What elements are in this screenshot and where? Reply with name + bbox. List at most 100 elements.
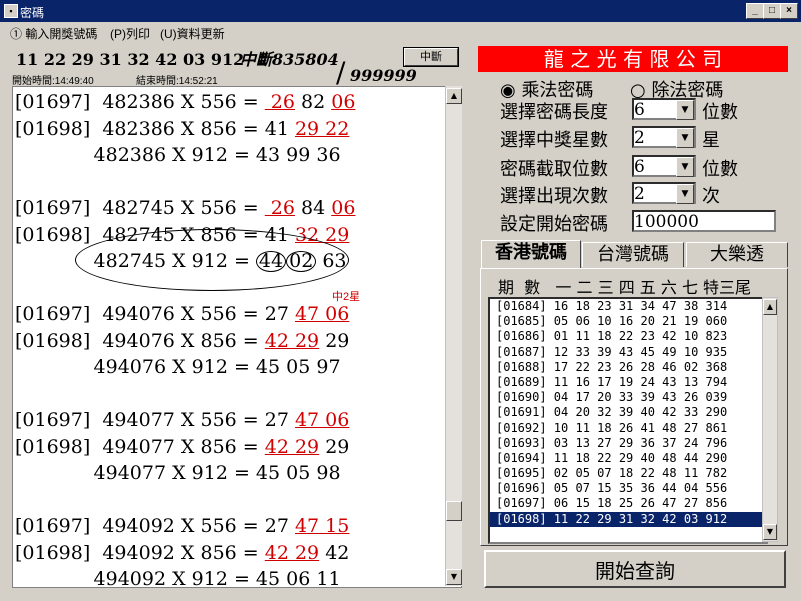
list-item[interactable]: [01694] 11 18 22 29 40 48 44 290 <box>490 451 766 466</box>
calc-line: [01697] 494076 X 556 = 27 47 06 <box>15 303 349 325</box>
list-item[interactable]: [01687] 12 33 39 43 45 49 10 935 <box>490 345 766 360</box>
menu-input-numbers[interactable]: ① 輸入開獎號碼 <box>10 25 97 42</box>
occurrence-select[interactable]: 2 ▼ <box>632 182 696 204</box>
code-list-scrollbar[interactable]: ▲ ▼ <box>762 297 778 542</box>
calc-expression: [01698] 494092 X 856 = <box>15 541 265 564</box>
password-length-value: 6 <box>634 100 645 120</box>
list-item[interactable]: [01689] 11 16 17 19 24 43 13 794 <box>490 375 766 390</box>
list-item[interactable]: [01690] 04 17 20 33 39 43 26 039 <box>490 390 766 405</box>
matched-digit: 47 15 <box>294 515 350 537</box>
chevron-down-icon[interactable]: ▼ <box>676 157 694 177</box>
progress-slash: / <box>336 56 346 89</box>
start-time: 開始時間:14:49:40 <box>12 76 94 87</box>
row2-label: 選擇中獎星數 <box>500 130 608 151</box>
tab-lotto[interactable]: 大樂透 <box>686 242 788 267</box>
calc-expression: 494077 X 912 = <box>15 462 256 484</box>
result-digit: 41 <box>264 117 295 140</box>
calc-expression: [01697] 482386 X 556 = <box>15 91 265 113</box>
password-length-select[interactable]: 6 ▼ <box>632 98 696 120</box>
star-count-value: 2 <box>634 128 645 148</box>
result-digit: 27 <box>264 515 295 537</box>
tab-hongkong[interactable]: 香港號碼 <box>481 240 581 269</box>
calc-line: 494077 X 912 = 45 05 98 <box>15 462 341 484</box>
chevron-down-icon[interactable]: ▼ <box>676 184 694 204</box>
result-digit: 84 <box>294 197 332 219</box>
row4-label: 選擇出現次數 <box>500 186 608 207</box>
list-item[interactable]: [01685] 05 06 10 16 20 21 19 060 <box>490 314 766 329</box>
row3-unit: 位數 <box>702 159 738 180</box>
stop-button[interactable]: 中斷 <box>403 47 459 67</box>
scroll-down-icon[interactable]: ▼ <box>763 524 777 540</box>
menu-print[interactable]: (P)列印 <box>110 25 150 42</box>
calc-expression: 494092 X 912 = <box>15 568 256 588</box>
list-item[interactable]: [01691] 04 20 32 39 40 42 33 290 <box>490 405 766 420</box>
calc-expression: [01697] 494076 X 556 = <box>15 303 265 325</box>
calc-expression: 482386 X 912 = <box>15 144 256 166</box>
results-panel[interactable]: [01697] 482386 X 556 = 26 82 06 [01698] 4… <box>12 86 462 588</box>
matched-digit: 06 <box>331 91 356 113</box>
row4-unit: 次 <box>702 186 720 207</box>
matched-digit: 29 22 <box>294 117 350 140</box>
result-digit: 45 05 97 <box>255 356 341 378</box>
scroll-up-icon[interactable]: ▲ <box>446 88 462 104</box>
result-digit: 27 <box>264 409 295 431</box>
close-button[interactable]: × <box>780 3 798 19</box>
end-time: 結束時間:14:52:21 <box>136 76 218 87</box>
maximize-button[interactable]: □ <box>763 3 781 19</box>
calc-line: [01698] 494077 X 856 = 42 29 29 <box>15 436 349 458</box>
title-bar: ▪ 密碼 _ □ × <box>0 0 801 22</box>
list-item[interactable]: [01686] 01 11 18 22 23 42 10 823 <box>490 329 766 344</box>
minimize-button[interactable]: _ <box>746 3 764 19</box>
star-count-select[interactable]: 2 ▼ <box>632 126 696 148</box>
list-item[interactable]: [01692] 10 11 18 26 41 48 27 861 <box>490 421 766 436</box>
matched-digit: 42 29 <box>264 435 320 458</box>
result-digit: 82 <box>294 91 332 113</box>
start-password-input[interactable]: 100000 <box>632 210 776 232</box>
scroll-down-icon[interactable]: ▼ <box>446 569 462 585</box>
result-digit: 43 99 36 <box>255 144 341 166</box>
calc-line: [01698] 494076 X 856 = 42 29 29 <box>15 330 349 352</box>
code-list[interactable]: [01684] 16 18 23 31 34 47 38 314 [01685] … <box>488 297 768 544</box>
matched-digit: 42 29 <box>264 329 320 352</box>
result-digit: 27 <box>264 303 295 325</box>
results-scrollbar[interactable]: ▲ ▼ <box>445 86 462 586</box>
stop-progress: 中斷835804 <box>240 50 339 69</box>
matched-digit: 26 <box>264 91 295 113</box>
calc-line: 482386 X 912 = 43 99 36 <box>15 144 341 166</box>
row5-label: 設定開始密碼 <box>500 214 608 235</box>
calc-expression: [01698] 494077 X 856 = <box>15 435 265 458</box>
matched-digit: 47 06 <box>294 303 350 325</box>
chevron-down-icon[interactable]: ▼ <box>676 128 694 148</box>
result-digit: 29 <box>319 329 350 352</box>
calc-line: [01697] 482745 X 556 = 26 84 06 <box>15 197 355 219</box>
hit-label: 中2星 <box>332 291 361 303</box>
matched-digit: 06 <box>331 197 356 219</box>
matched-digit: 42 29 <box>264 541 320 564</box>
tab-taiwan[interactable]: 台灣號碼 <box>582 242 684 267</box>
scroll-thumb[interactable] <box>446 501 462 521</box>
code-rows: [01684] 16 18 23 31 34 47 38 314 [01685] … <box>490 299 766 527</box>
list-item[interactable]: [01697] 06 15 18 25 26 47 27 856 <box>490 496 766 511</box>
window-title: 密碼 <box>20 6 45 20</box>
cut-digits-select[interactable]: 6 ▼ <box>632 155 696 177</box>
start-query-button[interactable]: 開始查詢 <box>484 550 786 588</box>
chevron-down-icon[interactable]: ▼ <box>676 100 694 120</box>
calc-expression: [01697] 482745 X 556 = <box>15 197 265 219</box>
menu-update[interactable]: (U)資料更新 <box>160 25 225 42</box>
result-digit: 29 <box>319 435 350 458</box>
scroll-up-icon[interactable]: ▲ <box>763 299 777 315</box>
calc-line: [01698] 482386 X 856 = 41 29 22 <box>15 118 349 140</box>
list-item[interactable]: [01684] 16 18 23 31 34 47 38 314 <box>490 299 766 314</box>
calc-expression: [01697] 494077 X 556 = <box>15 409 265 431</box>
list-item[interactable]: [01695] 02 05 07 18 22 48 11 782 <box>490 466 766 481</box>
row3-label: 密碼截取位數 <box>500 159 608 180</box>
result-digit: 45 06 11 <box>255 568 341 588</box>
list-item[interactable]: [01693] 03 13 27 29 36 37 24 796 <box>490 436 766 451</box>
calc-line: 494076 X 912 = 45 05 97 <box>15 356 341 378</box>
list-item[interactable]: [01696] 05 07 15 35 36 44 04 556 <box>490 481 766 496</box>
list-item[interactable]: [01698] 11 22 29 31 32 42 03 912 <box>490 511 766 527</box>
calc-line: [01697] 494092 X 556 = 27 47 15 <box>15 515 349 537</box>
calc-line: [01698] 494092 X 856 = 42 29 42 <box>15 542 349 564</box>
calc-line: [01697] 494077 X 556 = 27 47 06 <box>15 409 349 431</box>
list-item[interactable]: [01688] 17 22 23 26 28 46 02 368 <box>490 360 766 375</box>
